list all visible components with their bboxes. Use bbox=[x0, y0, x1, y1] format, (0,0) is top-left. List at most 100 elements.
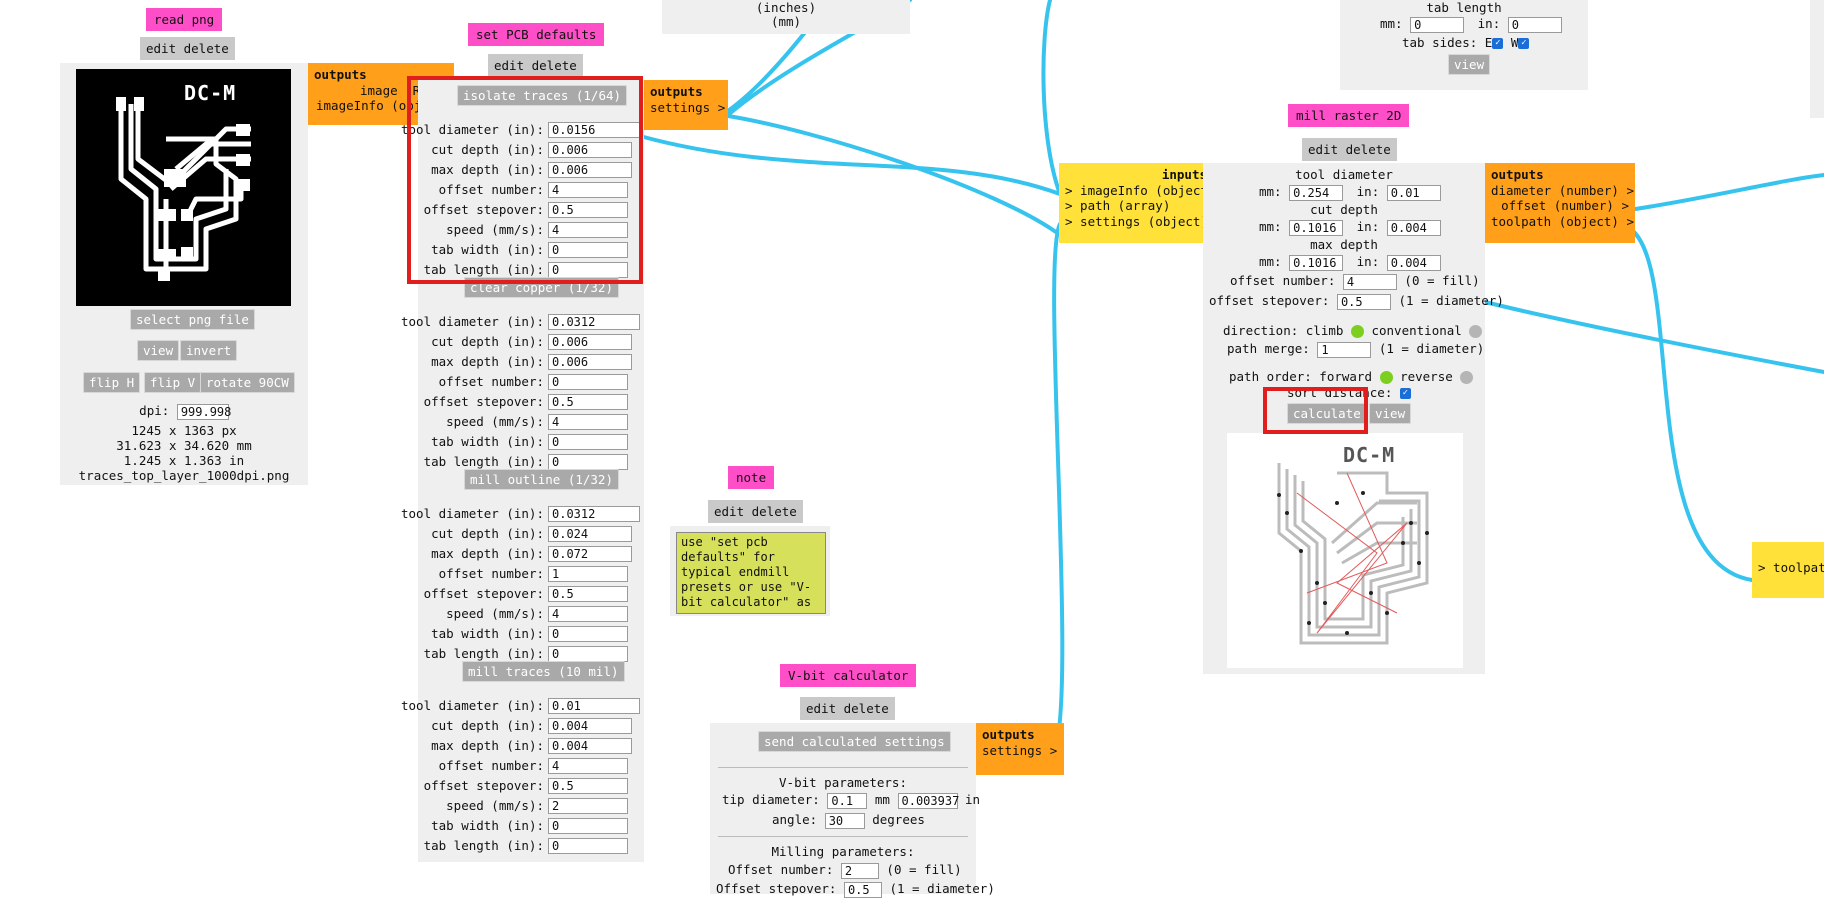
rotate-90cw-button[interactable]: rotate 90CW bbox=[200, 372, 295, 393]
pcb-section-0-tab-length-input[interactable]: 0 bbox=[548, 262, 628, 278]
pcb-section-1-tab-width-input[interactable]: 0 bbox=[548, 434, 628, 450]
mill-outputs-title: outputs bbox=[1491, 167, 1544, 182]
pcb-section-0-cut-depth-input[interactable]: 0.006 bbox=[548, 142, 632, 158]
pcb-section-3-tool-diameter-input[interactable]: 0.01 bbox=[548, 698, 640, 714]
pcb-section-3-max-depth-input[interactable]: 0.004 bbox=[548, 738, 632, 754]
note-textarea[interactable]: use "set pcb defaults" for typical endmi… bbox=[676, 532, 826, 614]
send-calculated-settings-button[interactable]: send calculated settings bbox=[758, 731, 951, 752]
tab-side-e-checkbox[interactable]: ✓ bbox=[1492, 38, 1504, 49]
pcb-section-3-cut-depth-input[interactable]: 0.004 bbox=[548, 718, 632, 734]
pcb-section-0-tab-width-input[interactable]: 0 bbox=[548, 242, 628, 258]
pcb-section-0-button[interactable]: isolate traces (1/64) bbox=[457, 85, 628, 106]
direction-conventional-radio[interactable] bbox=[1469, 325, 1483, 338]
pcb-section-2-max-depth-input[interactable]: 0.072 bbox=[548, 546, 632, 562]
vbit-edit-delete[interactable]: edit delete bbox=[800, 697, 895, 720]
max-mm-input[interactable]: 0.1016 bbox=[1289, 254, 1344, 271]
mill-edit-delete[interactable]: edit delete bbox=[1302, 138, 1397, 161]
pcb-section-0-offset-number-label: offset number: bbox=[438, 182, 544, 197]
far-right-input-toolpath[interactable]: > toolpath bbox=[1758, 560, 1824, 576]
cut-mm-input[interactable]: 0.1016 bbox=[1289, 219, 1344, 236]
output-settings[interactable]: settings > bbox=[650, 100, 725, 116]
pcb-section-3-tab-length-input[interactable]: 0 bbox=[548, 838, 628, 854]
pcb-section-0-cut-depth-row: cut depth (in): bbox=[431, 142, 544, 157]
dpi-input[interactable]: 999.998 bbox=[176, 403, 231, 420]
pcb-section-3-button[interactable]: mill traces (10 mil) bbox=[462, 661, 625, 682]
tool-diameter-title: tool diameter bbox=[1295, 167, 1393, 182]
mill-offset-stepover-input[interactable]: 0.5 bbox=[1336, 293, 1391, 310]
select-png-file-button[interactable]: select png file bbox=[130, 309, 255, 330]
tab-length-row: mm: 0 in: 0 bbox=[1380, 16, 1562, 33]
tab-in-input[interactable]: 0 bbox=[1507, 16, 1562, 33]
angle-input[interactable]: 30 bbox=[824, 812, 865, 829]
tool-mm-input[interactable]: 0.254 bbox=[1289, 184, 1344, 201]
pcb-section-2-tab-length-input[interactable]: 0 bbox=[548, 646, 628, 662]
pcb-section-2-cut-depth-input[interactable]: 0.024 bbox=[548, 526, 632, 542]
pcb-section-1-tab-length-input[interactable]: 0 bbox=[548, 454, 628, 470]
pcb-section-1-tool-diameter-input[interactable]: 0.0312 bbox=[548, 314, 640, 330]
tool-in-input[interactable]: 0.01 bbox=[1386, 184, 1441, 201]
input-imageinfo[interactable]: > imageInfo (object) bbox=[1065, 183, 1216, 199]
pcb-section-2-offset-number-input[interactable]: 1 bbox=[548, 566, 628, 582]
pcb-section-0-tool-diameter-input[interactable]: 0.0156 bbox=[548, 122, 640, 138]
pcb-section-2-speed-input[interactable]: 4 bbox=[548, 606, 628, 622]
pcb-section-1-offset-stepover-input[interactable]: 0.5 bbox=[548, 394, 628, 410]
pcb-section-0-offset-number-input[interactable]: 4 bbox=[548, 182, 628, 198]
pcb-section-3-offset-stepover-input[interactable]: 0.5 bbox=[548, 778, 628, 794]
wire-settings-to-mill bbox=[720, 113, 1062, 237]
pcb-defaults-title[interactable]: set PCB defaults bbox=[468, 23, 605, 46]
pcb-section-1-button[interactable]: clear copper (1/32) bbox=[464, 277, 619, 298]
note-title[interactable]: note bbox=[728, 466, 775, 489]
max-in-input[interactable]: 0.004 bbox=[1386, 254, 1441, 271]
output-toolpath[interactable]: toolpath (object) > bbox=[1491, 214, 1634, 230]
calculate-button[interactable]: calculate bbox=[1287, 403, 1367, 424]
input-settings[interactable]: > settings (object) bbox=[1065, 214, 1208, 230]
tab-view-button[interactable]: view bbox=[1448, 54, 1491, 75]
pcb-section-3-offset-number-input[interactable]: 4 bbox=[548, 758, 628, 774]
pcb-edit-delete[interactable]: edit delete bbox=[488, 54, 583, 77]
pcb-section-3-speed-input[interactable]: 2 bbox=[548, 798, 628, 814]
path-order-forward-radio[interactable] bbox=[1379, 371, 1393, 384]
read-png-edit-delete[interactable]: edit delete bbox=[140, 37, 235, 60]
pcb-section-1-speed-input[interactable]: 4 bbox=[548, 414, 628, 430]
output-offset[interactable]: offset (number) > bbox=[1491, 198, 1629, 214]
mill-view-button[interactable]: view bbox=[1369, 403, 1412, 424]
path-merge-input[interactable]: 1 bbox=[1317, 341, 1372, 358]
pcb-section-1-offset-number-input[interactable]: 0 bbox=[548, 374, 628, 390]
note-edit-delete[interactable]: edit delete bbox=[708, 500, 803, 523]
mill-raster-title[interactable]: mill raster 2D bbox=[1288, 104, 1410, 127]
read-png-title[interactable]: read png bbox=[146, 8, 223, 31]
tip-diameter-mm-input[interactable]: 0.1 bbox=[827, 792, 868, 809]
path-order-reverse-radio[interactable] bbox=[1460, 371, 1474, 384]
tip-diameter-in-input[interactable]: 0.003937 bbox=[897, 792, 959, 809]
pcb-section-2-tab-width-input[interactable]: 0 bbox=[548, 626, 628, 642]
pcb-section-3-tab-width-input[interactable]: 0 bbox=[548, 818, 628, 834]
invert-button[interactable]: invert bbox=[180, 340, 238, 361]
vbit-offset-number-input[interactable]: 2 bbox=[840, 862, 879, 879]
output-diameter[interactable]: diameter (number) > bbox=[1491, 183, 1634, 199]
pcb-section-0-speed-input[interactable]: 4 bbox=[548, 222, 628, 238]
flip-v-button[interactable]: flip V bbox=[144, 372, 202, 393]
path-order-reverse-label: reverse bbox=[1400, 369, 1453, 384]
pcb-section-2-offset-stepover-row: offset stepover: bbox=[424, 586, 544, 601]
pcb-section-0-offset-stepover-input[interactable]: 0.5 bbox=[548, 202, 628, 218]
pcb-section-1-cut-depth-input[interactable]: 0.006 bbox=[548, 334, 632, 350]
tab-mm-input[interactable]: 0 bbox=[1410, 16, 1465, 33]
sort-distance-checkbox[interactable]: ✓ bbox=[1399, 388, 1411, 399]
tab-side-w-checkbox[interactable]: ✓ bbox=[1518, 38, 1530, 49]
pcb-section-1-max-depth-input[interactable]: 0.006 bbox=[548, 354, 632, 370]
flip-h-button[interactable]: flip H bbox=[83, 372, 141, 393]
direction-climb-radio[interactable] bbox=[1350, 325, 1364, 338]
vbit-panel: send calculated settings V-bit parameter… bbox=[710, 723, 995, 898]
pcb-section-2-button[interactable]: mill outline (1/32) bbox=[464, 469, 619, 490]
pcb-section-0-max-depth-input[interactable]: 0.006 bbox=[548, 162, 632, 178]
input-path[interactable]: > path (array) bbox=[1065, 198, 1207, 214]
mill-offset-number-input[interactable]: 4 bbox=[1342, 273, 1397, 290]
pcb-section-2-tool-diameter-input[interactable]: 0.0312 bbox=[548, 506, 640, 522]
cut-in-input[interactable]: 0.004 bbox=[1386, 219, 1441, 236]
pcb-section-2-offset-stepover-input[interactable]: 0.5 bbox=[548, 586, 628, 602]
vbit-offset-stepover-input[interactable]: 0.5 bbox=[843, 881, 882, 898]
units-mm: (mm) bbox=[770, 14, 802, 29]
vbit-title[interactable]: V-bit calculator bbox=[780, 664, 917, 687]
vbit-output-settings[interactable]: settings > bbox=[982, 743, 1058, 759]
view-button[interactable]: view bbox=[137, 340, 180, 361]
